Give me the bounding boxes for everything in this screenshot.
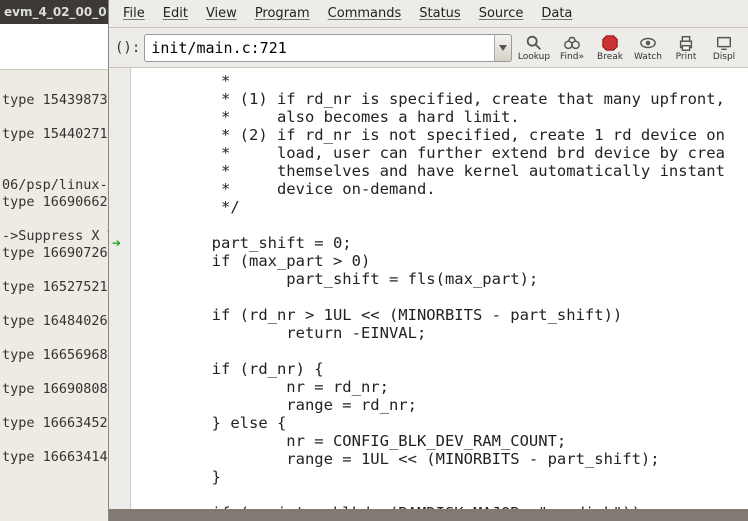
display-icon [715, 34, 733, 52]
find-label: Find» [560, 52, 584, 62]
menu-status[interactable]: Status [411, 3, 468, 24]
source-view[interactable]: ➔ * * (1) if rd_nr is specified, create … [109, 68, 748, 509]
terminal-line [2, 398, 110, 415]
debugger-window: File Edit View Program Commands Status S… [108, 0, 748, 521]
eye-icon [639, 34, 657, 52]
lookup-button[interactable]: Lookup [516, 33, 552, 63]
terminal-line: type 165275211 [2, 279, 110, 296]
command-prompt-label: (): [115, 40, 140, 56]
terminal-line [2, 211, 110, 228]
terminal-line [2, 160, 110, 177]
menu-edit[interactable]: Edit [155, 3, 196, 24]
source-gutter: ➔ [109, 68, 131, 509]
tool-bar: (): Lookup Find» Break Watch [109, 28, 748, 68]
break-label: Break [597, 52, 623, 62]
terminal-window-title: evm_4_02_00_0 [0, 0, 110, 24]
chevron-down-icon [499, 45, 507, 51]
terminal-line: ->Suppress X W [2, 228, 110, 245]
terminal-line [2, 143, 110, 160]
terminal-line: type 166634141 [2, 449, 110, 466]
terminal-line: type 154398731 [2, 92, 110, 109]
terminal-line [2, 109, 110, 126]
binoculars-icon [563, 34, 581, 52]
display-label: Displ [713, 52, 735, 62]
command-history-dropdown[interactable] [494, 34, 512, 62]
printer-icon [677, 34, 695, 52]
find-button[interactable]: Find» [554, 33, 590, 63]
terminal-line [2, 296, 110, 313]
stop-icon [601, 34, 619, 52]
terminal-line [2, 262, 110, 279]
terminal-output: type 154398731 type 154402711 06/psp/linux… [2, 92, 110, 466]
print-button[interactable]: Print [668, 33, 704, 63]
display-button[interactable]: Displ [706, 33, 742, 63]
menu-source[interactable]: Source [471, 3, 532, 24]
terminal-line [2, 330, 110, 347]
terminal-line: type 166569681 [2, 347, 110, 364]
terminal-line [2, 432, 110, 449]
terminal-line: 06/psp/linux-2 [2, 177, 110, 194]
status-bar [109, 509, 748, 521]
lookup-label: Lookup [518, 52, 550, 62]
menu-bar: File Edit View Program Commands Status S… [109, 0, 748, 28]
terminal-line [2, 364, 110, 381]
print-label: Print [676, 52, 697, 62]
source-code: * * (1) if rd_nr is specified, create th… [131, 68, 748, 509]
break-button[interactable]: Break [592, 33, 628, 63]
terminal-line: type 166908081 [2, 381, 110, 398]
terminal-line: type 166906621 [2, 194, 110, 211]
terminal-line: type 164840261 [2, 313, 110, 330]
terminal-line: type 154402711 [2, 126, 110, 143]
command-input-wrap [144, 34, 512, 62]
menu-file[interactable]: File [115, 3, 153, 24]
magnifier-icon [525, 34, 543, 52]
terminal-blank-area [0, 24, 110, 70]
current-line-arrow-icon: ➔ [112, 234, 121, 252]
terminal-line: type 166907261 [2, 245, 110, 262]
watch-label: Watch [634, 52, 662, 62]
background-terminal: evm_4_02_00_0 type 154398731 type 1544027… [0, 0, 110, 521]
menu-view[interactable]: View [198, 3, 245, 24]
menu-data[interactable]: Data [533, 3, 580, 24]
toolbar-buttons: Lookup Find» Break Watch Print Displ [516, 33, 742, 63]
menu-program[interactable]: Program [247, 3, 318, 24]
terminal-line: type 166634521 [2, 415, 110, 432]
menu-commands[interactable]: Commands [320, 3, 410, 24]
watch-button[interactable]: Watch [630, 33, 666, 63]
command-input[interactable] [144, 34, 494, 62]
